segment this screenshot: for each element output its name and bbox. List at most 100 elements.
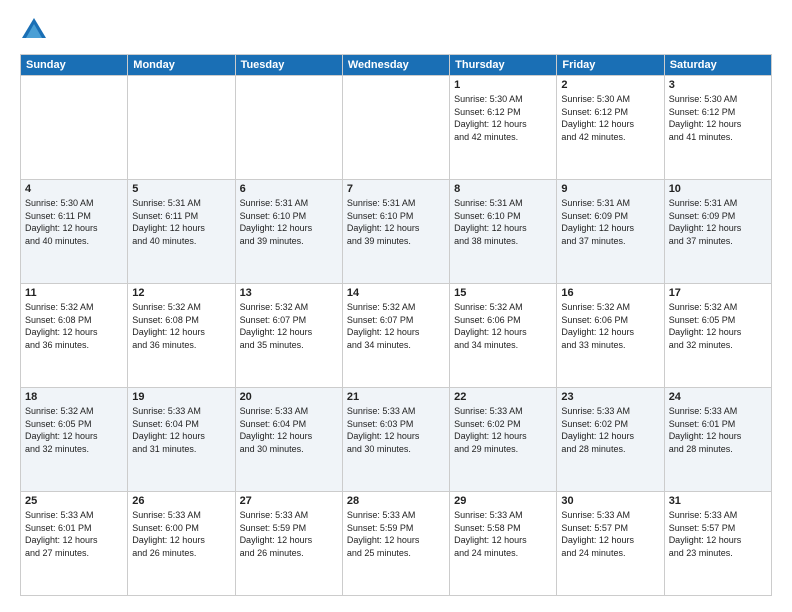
calendar-header-row: SundayMondayTuesdayWednesdayThursdayFrid… — [21, 55, 772, 76]
calendar-cell-4-7: 24 Sunrise: 5:33 AM Sunset: 6:01 PM Dayli… — [664, 388, 771, 492]
day-info: Sunrise: 5:33 AM Sunset: 6:02 PM Dayligh… — [454, 405, 552, 455]
calendar-cell-2-7: 10 Sunrise: 5:31 AM Sunset: 6:09 PM Dayli… — [664, 180, 771, 284]
day-number: 28 — [347, 495, 445, 507]
calendar-week-5: 25Sunrise: 5:33 AM Sunset: 6:01 PM Dayli… — [21, 492, 772, 596]
day-info: Sunrise: 5:32 AM Sunset: 6:06 PM Dayligh… — [561, 301, 659, 351]
calendar-week-3: 11 Sunrise: 5:32 AM Sunset: 6:08 PM Dayli… — [21, 284, 772, 388]
day-info: Sunrise: 5:33 AM Sunset: 6:04 PM Dayligh… — [240, 405, 338, 455]
calendar-header-friday: Friday — [557, 55, 664, 76]
day-number: 12 — [132, 287, 230, 299]
calendar-header-wednesday: Wednesday — [342, 55, 449, 76]
day-number: 22 — [454, 391, 552, 403]
day-info: Sunrise: 5:31 AM Sunset: 6:09 PM Dayligh… — [561, 197, 659, 247]
calendar-cell-1-6: 2 Sunrise: 5:30 AM Sunset: 6:12 PM Daylig… — [557, 76, 664, 180]
calendar-cell-4-4: 21 Sunrise: 5:33 AM Sunset: 6:03 PM Dayli… — [342, 388, 449, 492]
day-number: 10 — [669, 183, 767, 195]
day-number: 26 — [132, 495, 230, 507]
calendar-cell-4-6: 23 Sunrise: 5:33 AM Sunset: 6:02 PM Dayli… — [557, 388, 664, 492]
calendar-cell-5-2: 26 Sunrise: 5:33 AM Sunset: 6:00 PM Dayli… — [128, 492, 235, 596]
day-number: 5 — [132, 183, 230, 195]
calendar-table: SundayMondayTuesdayWednesdayThursdayFrid… — [20, 54, 772, 596]
calendar-cell-3-3: 13 Sunrise: 5:32 AM Sunset: 6:07 PM Dayli… — [235, 284, 342, 388]
calendar-cell-5-6: 30 Sunrise: 5:33 AM Sunset: 5:57 PM Dayli… — [557, 492, 664, 596]
day-info: Sunrise: 5:33 AM Sunset: 5:58 PM Dayligh… — [454, 509, 552, 559]
day-number: 13 — [240, 287, 338, 299]
calendar-cell-3-2: 12 Sunrise: 5:32 AM Sunset: 6:08 PM Dayli… — [128, 284, 235, 388]
day-info: Sunrise: 5:33 AM Sunset: 5:57 PM Dayligh… — [561, 509, 659, 559]
calendar-cell-3-6: 16 Sunrise: 5:32 AM Sunset: 6:06 PM Dayli… — [557, 284, 664, 388]
day-info: Sunrise: 5:31 AM Sunset: 6:10 PM Dayligh… — [454, 197, 552, 247]
day-number: 29 — [454, 495, 552, 507]
calendar-header-monday: Monday — [128, 55, 235, 76]
day-number: 17 — [669, 287, 767, 299]
header — [20, 16, 772, 44]
day-number: 11 — [25, 287, 123, 299]
day-number: 20 — [240, 391, 338, 403]
day-info: Sunrise: 5:33 AM Sunset: 6:04 PM Dayligh… — [132, 405, 230, 455]
day-number: 18 — [25, 391, 123, 403]
day-info: Sunrise: 5:32 AM Sunset: 6:07 PM Dayligh… — [347, 301, 445, 351]
calendar-cell-3-1: 11Sunrise: 5:32 AM Sunset: 6:08 PM Dayli… — [21, 284, 128, 388]
day-info: Sunrise: 5:32 AM Sunset: 6:07 PM Dayligh… — [240, 301, 338, 351]
calendar-cell-2-5: 8 Sunrise: 5:31 AM Sunset: 6:10 PM Daylig… — [450, 180, 557, 284]
day-number: 23 — [561, 391, 659, 403]
day-info: Sunrise: 5:31 AM Sunset: 6:10 PM Dayligh… — [240, 197, 338, 247]
day-number: 4 — [25, 183, 123, 195]
day-number: 24 — [669, 391, 767, 403]
calendar-cell-4-3: 20 Sunrise: 5:33 AM Sunset: 6:04 PM Dayli… — [235, 388, 342, 492]
day-info: Sunrise: 5:30 AM Sunset: 6:12 PM Dayligh… — [561, 93, 659, 143]
day-info: Sunrise: 5:31 AM Sunset: 6:10 PM Dayligh… — [347, 197, 445, 247]
page: SundayMondayTuesdayWednesdayThursdayFrid… — [0, 0, 792, 612]
calendar-cell-1-4 — [342, 76, 449, 180]
day-number: 2 — [561, 79, 659, 91]
calendar-week-1: 1 Sunrise: 5:30 AM Sunset: 6:12 PM Daylig… — [21, 76, 772, 180]
calendar-cell-1-3 — [235, 76, 342, 180]
calendar-cell-4-5: 22 Sunrise: 5:33 AM Sunset: 6:02 PM Dayli… — [450, 388, 557, 492]
day-info: Sunrise: 5:33 AM Sunset: 6:01 PM Dayligh… — [25, 509, 123, 559]
day-info: Sunrise: 5:31 AM Sunset: 6:09 PM Dayligh… — [669, 197, 767, 247]
day-number: 8 — [454, 183, 552, 195]
calendar-cell-1-7: 3Sunrise: 5:30 AM Sunset: 6:12 PM Daylig… — [664, 76, 771, 180]
calendar-cell-2-2: 5Sunrise: 5:31 AM Sunset: 6:11 PM Daylig… — [128, 180, 235, 284]
calendar-cell-3-7: 17 Sunrise: 5:32 AM Sunset: 6:05 PM Dayli… — [664, 284, 771, 388]
calendar-cell-1-2 — [128, 76, 235, 180]
calendar-cell-2-6: 9Sunrise: 5:31 AM Sunset: 6:09 PM Daylig… — [557, 180, 664, 284]
day-info: Sunrise: 5:33 AM Sunset: 6:03 PM Dayligh… — [347, 405, 445, 455]
calendar-week-4: 18 Sunrise: 5:32 AM Sunset: 6:05 PM Dayli… — [21, 388, 772, 492]
day-info: Sunrise: 5:32 AM Sunset: 6:05 PM Dayligh… — [669, 301, 767, 351]
calendar-cell-3-5: 15 Sunrise: 5:32 AM Sunset: 6:06 PM Dayli… — [450, 284, 557, 388]
day-number: 7 — [347, 183, 445, 195]
calendar-header-saturday: Saturday — [664, 55, 771, 76]
calendar-cell-5-5: 29 Sunrise: 5:33 AM Sunset: 5:58 PM Dayli… — [450, 492, 557, 596]
day-number: 15 — [454, 287, 552, 299]
calendar-header-tuesday: Tuesday — [235, 55, 342, 76]
calendar-cell-5-1: 25Sunrise: 5:33 AM Sunset: 6:01 PM Dayli… — [21, 492, 128, 596]
day-info: Sunrise: 5:30 AM Sunset: 6:12 PM Dayligh… — [454, 93, 552, 143]
calendar-cell-2-4: 7 Sunrise: 5:31 AM Sunset: 6:10 PM Daylig… — [342, 180, 449, 284]
day-number: 3 — [669, 79, 767, 91]
day-info: Sunrise: 5:32 AM Sunset: 6:08 PM Dayligh… — [132, 301, 230, 351]
day-info: Sunrise: 5:33 AM Sunset: 6:01 PM Dayligh… — [669, 405, 767, 455]
calendar-cell-1-1 — [21, 76, 128, 180]
day-number: 1 — [454, 79, 552, 91]
day-info: Sunrise: 5:33 AM Sunset: 6:00 PM Dayligh… — [132, 509, 230, 559]
logo-icon — [20, 16, 48, 44]
day-number: 27 — [240, 495, 338, 507]
day-info: Sunrise: 5:32 AM Sunset: 6:05 PM Dayligh… — [25, 405, 123, 455]
calendar-cell-5-3: 27 Sunrise: 5:33 AM Sunset: 5:59 PM Dayli… — [235, 492, 342, 596]
day-info: Sunrise: 5:33 AM Sunset: 5:59 PM Dayligh… — [240, 509, 338, 559]
day-info: Sunrise: 5:33 AM Sunset: 6:02 PM Dayligh… — [561, 405, 659, 455]
day-number: 16 — [561, 287, 659, 299]
day-number: 19 — [132, 391, 230, 403]
calendar-cell-2-1: 4Sunrise: 5:30 AM Sunset: 6:11 PM Daylig… — [21, 180, 128, 284]
day-number: 21 — [347, 391, 445, 403]
day-number: 30 — [561, 495, 659, 507]
calendar-header-sunday: Sunday — [21, 55, 128, 76]
calendar-cell-4-1: 18 Sunrise: 5:32 AM Sunset: 6:05 PM Dayli… — [21, 388, 128, 492]
day-number: 6 — [240, 183, 338, 195]
day-info: Sunrise: 5:32 AM Sunset: 6:06 PM Dayligh… — [454, 301, 552, 351]
calendar-cell-2-3: 6 Sunrise: 5:31 AM Sunset: 6:10 PM Daylig… — [235, 180, 342, 284]
calendar-week-2: 4Sunrise: 5:30 AM Sunset: 6:11 PM Daylig… — [21, 180, 772, 284]
calendar-cell-4-2: 19 Sunrise: 5:33 AM Sunset: 6:04 PM Dayli… — [128, 388, 235, 492]
day-info: Sunrise: 5:33 AM Sunset: 5:59 PM Dayligh… — [347, 509, 445, 559]
